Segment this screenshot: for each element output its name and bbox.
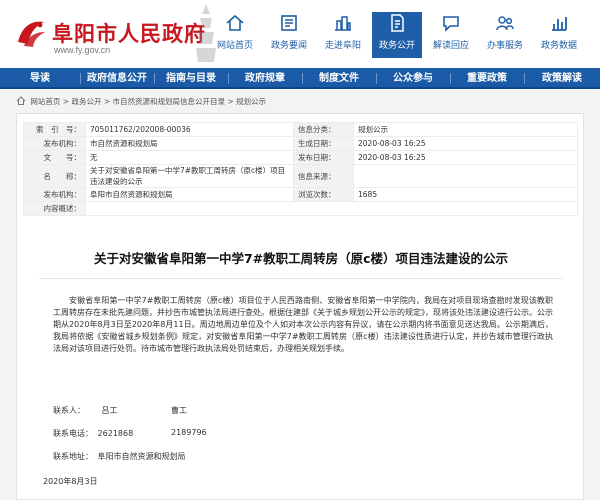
emblem-icon bbox=[18, 21, 45, 47]
contact-phone-2: 2189796 bbox=[171, 428, 207, 437]
contact-address-row: 联系地址： 阜阳市自然资源和规划局 bbox=[53, 451, 186, 462]
data-icon bbox=[552, 17, 567, 31]
contact-phone-label: 联系电话： bbox=[53, 429, 93, 438]
main-nav-item[interactable]: 政府规章 bbox=[228, 68, 302, 89]
name-label: 名 称： bbox=[23, 164, 86, 188]
header-nav-home[interactable]: 网站首页 bbox=[210, 12, 260, 58]
contact-person-row: 联系人： 吕工 曹工 bbox=[53, 405, 187, 416]
header-nav-services[interactable]: 办事服务 bbox=[480, 12, 530, 58]
docno-label: 文 号： bbox=[23, 150, 86, 165]
name-value: 关于对安徽省阜阳第一中学7#教职工周转房（原c楼）项目违法建设的公示 bbox=[85, 164, 294, 188]
index-value: 705011762/202008-00036 bbox=[85, 122, 294, 137]
contact-address: 阜阳市自然资源和规划局 bbox=[97, 452, 186, 461]
views-label: 浏览次数： bbox=[293, 187, 354, 202]
summary-label: 内容概述： bbox=[23, 201, 86, 216]
index-label: 索 引 号： bbox=[23, 122, 86, 137]
header-nav-data[interactable]: 政务数据 bbox=[534, 12, 584, 58]
table-row: 索 引 号： 705011762/202008-00036 信息分类： 规划公示 bbox=[23, 122, 578, 137]
main-nav-item[interactable]: 政府信息公开 bbox=[80, 68, 154, 89]
views-value: 1685 bbox=[353, 187, 578, 202]
header-nav-city[interactable]: 走进阜阳 bbox=[318, 12, 368, 58]
header-nav-interpret[interactable]: 解读回应 bbox=[426, 12, 476, 58]
dept-value: 阜阳市自然资源和规划局 bbox=[85, 187, 294, 202]
publisher-value: 市自然资源和规划局 bbox=[85, 136, 294, 151]
people-icon bbox=[496, 16, 514, 31]
site-url: www.fy.gov.cn bbox=[54, 45, 111, 55]
main-nav-item[interactable]: 公众参与 bbox=[376, 68, 450, 89]
site-header: 阜阳市人民政府 www.fy.gov.cn 网站首页 政务要闻 走进阜阳 政务公… bbox=[0, 0, 600, 68]
breadcrumb: 网站首页 > 政务公开 > 市自然资源和规划局信息公开目录 > 规划公示 bbox=[16, 96, 266, 110]
dept-label: 发布机构： bbox=[23, 187, 86, 202]
source-label: 信息来源： bbox=[293, 164, 354, 188]
table-row: 发布机构： 阜阳市自然资源和规划局 浏览次数： 1685 bbox=[23, 187, 578, 202]
main-nav-item[interactable]: 制度文件 bbox=[302, 68, 376, 89]
summary-value bbox=[85, 201, 578, 216]
contact-phone-1: 2621868 bbox=[97, 429, 134, 438]
source-value bbox=[353, 164, 578, 188]
document-title: 关于对安徽省阜阳第一中学7#教职工周转房（原c楼）项目违法建设的公示 bbox=[93, 251, 509, 266]
site-title: 阜阳市人民政府 bbox=[52, 21, 206, 46]
city-icon bbox=[335, 16, 351, 31]
main-nav: 导读 政府信息公开 指南与目录 政府规章 制度文件 公众参与 重要政策 政策解读 bbox=[0, 68, 600, 89]
content-panel: 索 引 号： 705011762/202008-00036 信息分类： 规划公示… bbox=[16, 113, 584, 500]
divider bbox=[39, 278, 563, 279]
breadcrumb-home-icon bbox=[16, 96, 26, 105]
main-nav-item[interactable]: 重要政策 bbox=[450, 68, 524, 89]
header-nav-gov-open[interactable]: 政务公开 bbox=[372, 12, 422, 58]
breadcrumb-path[interactable]: 网站首页 > 政务公开 > 市自然资源和规划局信息公开目录 > 规划公示 bbox=[30, 97, 266, 106]
document-body: 安徽省阜阳第一中学7#教职工周转房（原c楼）项目位于人民西路南侧、安徽省阜阳第一… bbox=[53, 296, 553, 353]
contact-person-1: 吕工 bbox=[101, 406, 118, 415]
pub-date-value: 2020-08-03 16:25 bbox=[353, 150, 578, 165]
news-icon bbox=[281, 15, 297, 31]
table-row: 文 号： 无 发布日期： 2020-08-03 16:25 bbox=[23, 150, 578, 165]
contact-person-2: 曹工 bbox=[171, 406, 187, 415]
category-value: 规划公示 bbox=[353, 122, 578, 137]
contact-person-label: 联系人： bbox=[53, 406, 85, 415]
docno-value: 无 bbox=[85, 150, 294, 165]
main-nav-item[interactable]: 政策解读 bbox=[524, 68, 600, 89]
main-nav-item[interactable]: 导读 bbox=[0, 68, 80, 89]
main-nav-item[interactable]: 指南与目录 bbox=[154, 68, 228, 89]
contact-phone-row: 联系电话： 2621868 2189796 bbox=[53, 428, 207, 439]
category-label: 信息分类： bbox=[293, 122, 354, 137]
header-nav-news[interactable]: 政务要闻 bbox=[264, 12, 314, 58]
contact-address-label: 联系地址： bbox=[53, 452, 93, 461]
document-date: 2020年8月3日 bbox=[43, 477, 98, 486]
gen-date-label: 生成日期： bbox=[293, 136, 354, 151]
home-icon bbox=[226, 14, 244, 31]
document-icon bbox=[391, 14, 404, 32]
table-row: 发布机构： 市自然资源和规划局 生成日期： 2020-08-03 16:25 bbox=[23, 136, 578, 151]
gen-date-value: 2020-08-03 16:25 bbox=[353, 136, 578, 151]
chat-icon bbox=[443, 16, 459, 32]
pub-date-label: 发布日期： bbox=[293, 150, 354, 165]
table-row: 内容概述： bbox=[23, 201, 578, 216]
table-row: 名 称： 关于对安徽省阜阳第一中学7#教职工周转房（原c楼）项目违法建设的公示 … bbox=[23, 164, 578, 188]
info-table: 索 引 号： 705011762/202008-00036 信息分类： 规划公示… bbox=[23, 122, 578, 216]
publisher-label: 发布机构： bbox=[23, 136, 86, 151]
